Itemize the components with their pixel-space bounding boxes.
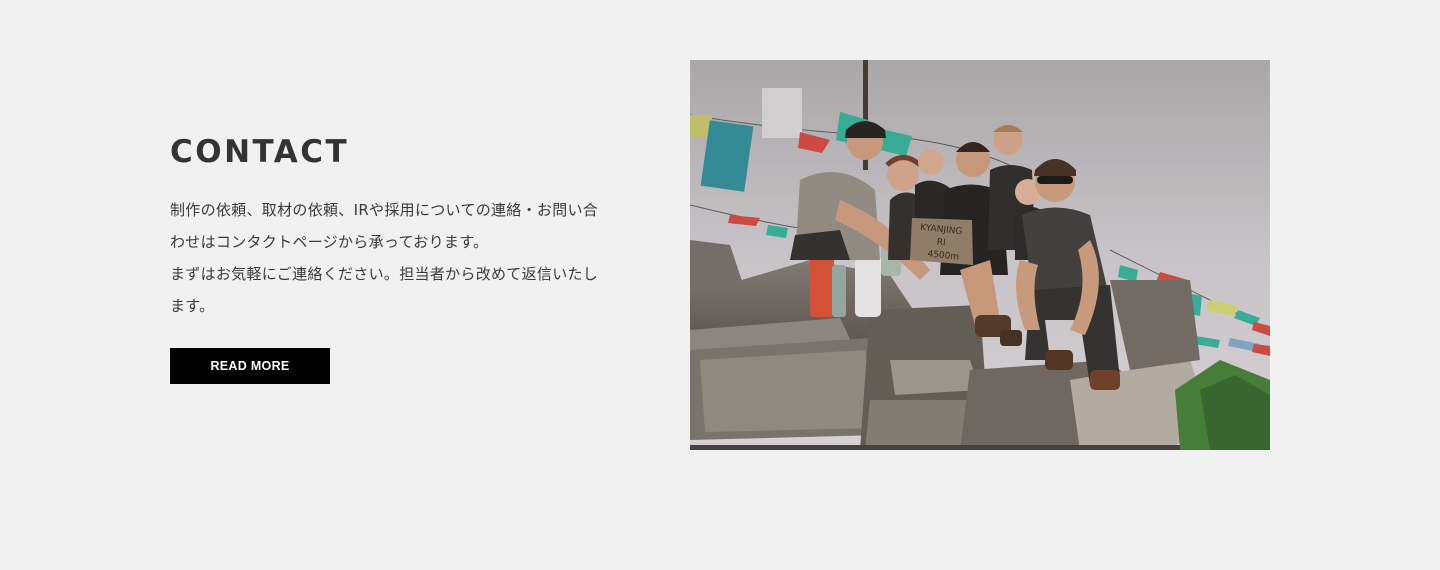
contact-text-column: CONTACT 制作の依頼、取材の依頼、IRや採用についての連絡・お問い合わせは…: [170, 132, 610, 384]
contact-paragraph-1: 制作の依頼、取材の依頼、IRや採用についての連絡・お問い合わせはコンタクトページ…: [170, 201, 599, 251]
contact-description: 制作の依頼、取材の依頼、IRや採用についての連絡・お問い合わせはコンタクトページ…: [170, 194, 610, 322]
contact-paragraph-2: まずはお気軽にご連絡ください。担当者から改めて返信いたします。: [170, 265, 599, 315]
section-title: CONTACT: [170, 134, 350, 170]
photo-illustration: KYANJING RI 4500m: [690, 60, 1270, 450]
read-more-button[interactable]: READ MORE: [170, 348, 330, 384]
contact-section: CONTACT 制作の依頼、取材の依頼、IRや採用についての連絡・お問い合わせは…: [0, 0, 1440, 570]
group-hikers-photo: KYANJING RI 4500m: [690, 60, 1270, 450]
